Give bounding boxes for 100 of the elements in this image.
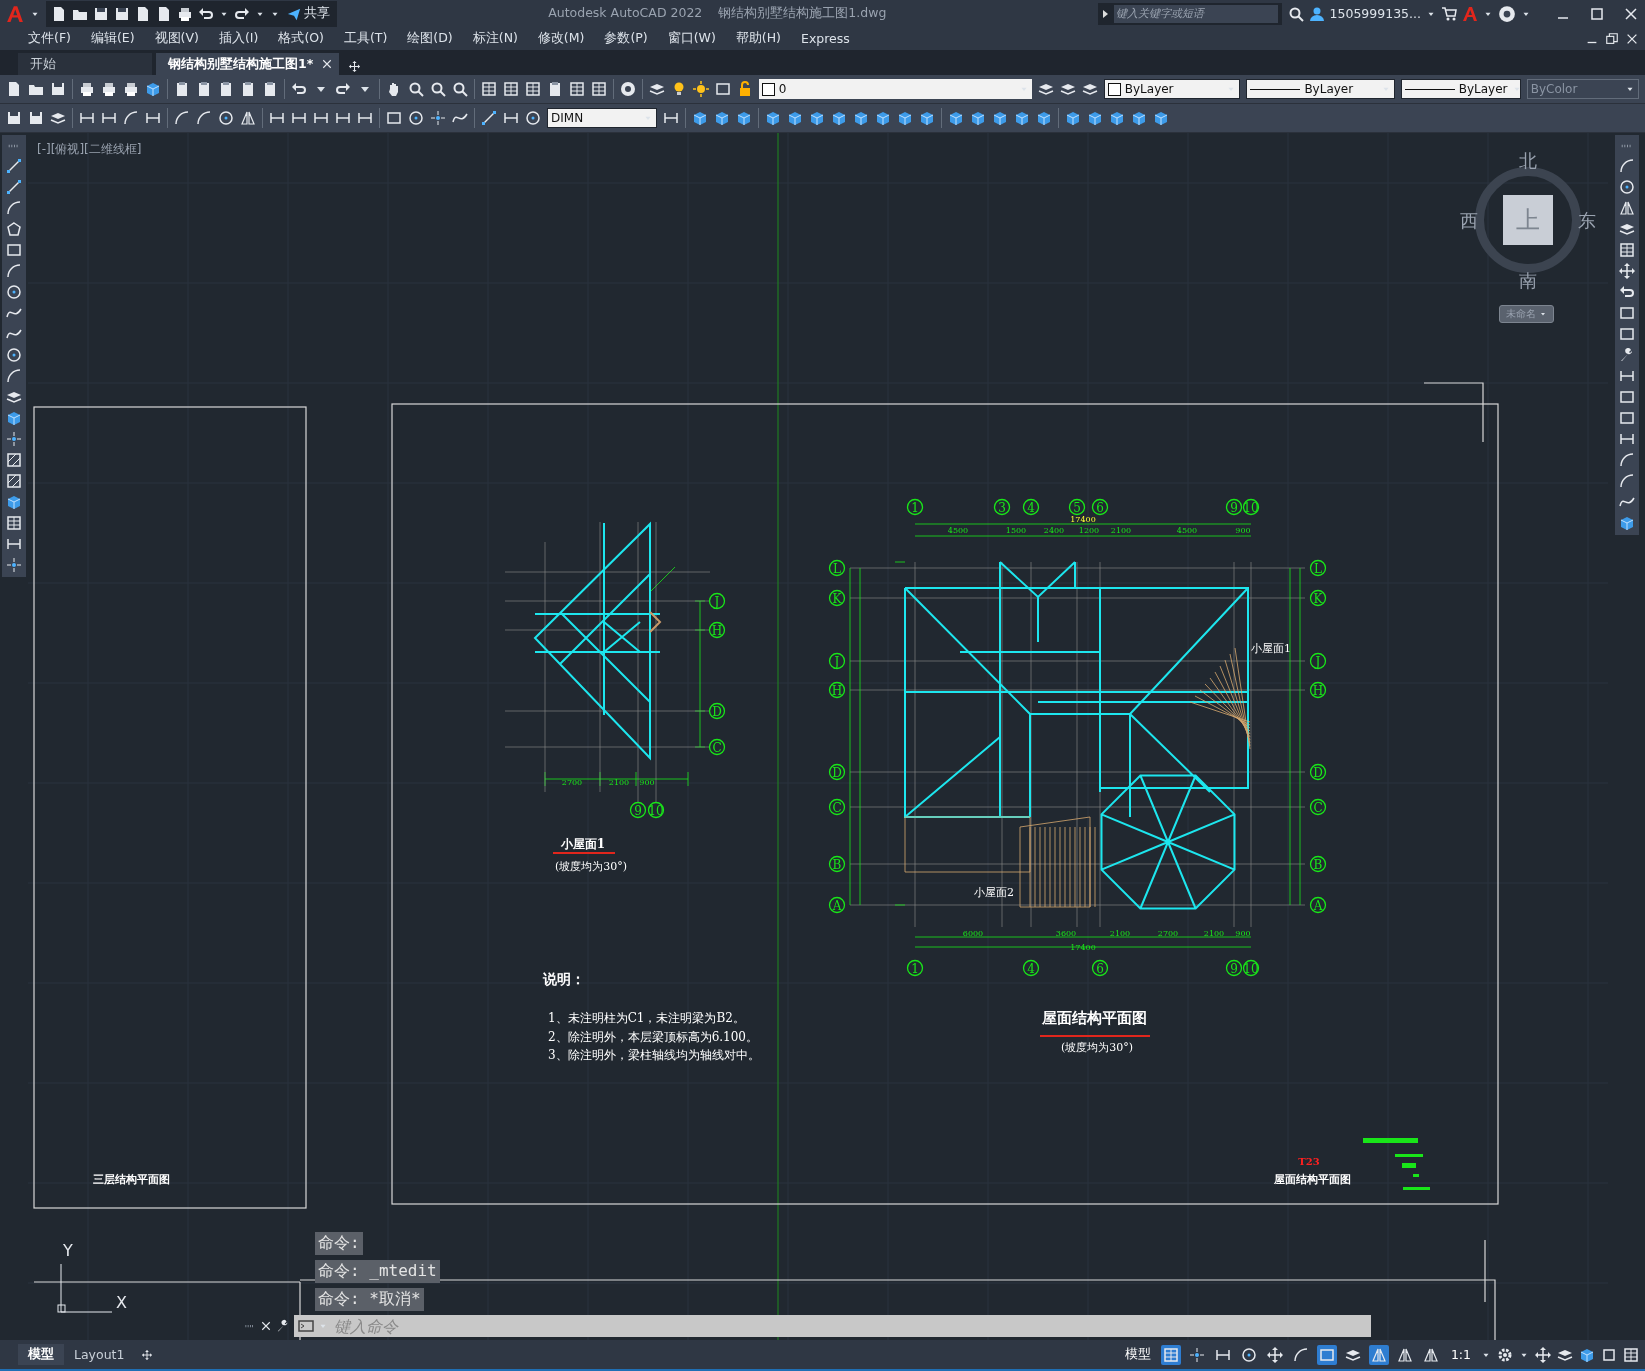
menu-item[interactable]: 绘图(D) [397, 30, 463, 47]
menu-item[interactable]: 帮助(H) [725, 30, 791, 47]
dimension-icon[interactable] [1618, 431, 1635, 447]
cube-icon[interactable] [1109, 110, 1125, 126]
rectangle-icon[interactable] [386, 110, 402, 126]
dimension-style-dropdown[interactable]: DIMN [547, 108, 657, 128]
layers-icon[interactable] [6, 389, 22, 405]
layout-tab[interactable]: 模型 [18, 1344, 64, 1365]
layers-icon[interactable] [1618, 221, 1635, 237]
save-icon[interactable] [114, 5, 130, 22]
help-icon[interactable] [619, 81, 636, 97]
color-dropdown[interactable]: ByLayer [1103, 79, 1241, 99]
app-logo-icon[interactable] [6, 4, 24, 23]
model-space-button[interactable]: 模型 [1120, 1344, 1155, 1365]
cube-icon[interactable] [809, 110, 825, 126]
cube-icon[interactable] [853, 110, 869, 126]
cube-icon[interactable] [948, 110, 964, 126]
maximize-icon[interactable] [1589, 5, 1605, 22]
file-icon[interactable] [135, 5, 151, 22]
point-icon[interactable] [6, 557, 22, 573]
menu-item[interactable]: 编辑(E) [80, 30, 145, 47]
cube-icon[interactable] [1014, 110, 1030, 126]
magnifier-icon[interactable] [429, 81, 446, 97]
cube-icon[interactable] [1618, 515, 1635, 531]
cube-icon[interactable] [1131, 110, 1147, 126]
rectangle-icon[interactable] [1618, 326, 1635, 342]
restore-icon[interactable] [1605, 31, 1619, 46]
circle-icon[interactable] [6, 284, 22, 300]
dimension-icon[interactable] [269, 110, 285, 126]
file-icon[interactable] [51, 5, 67, 22]
cube-icon[interactable] [970, 110, 986, 126]
compass-label[interactable]: 北 [1519, 149, 1537, 173]
menu-item[interactable]: 格式(O) [268, 30, 334, 47]
table-icon[interactable] [480, 81, 497, 97]
print-icon[interactable] [78, 81, 95, 97]
table-icon[interactable] [524, 81, 541, 97]
cube-icon[interactable] [6, 494, 22, 510]
sun-icon[interactable] [692, 81, 709, 97]
arc-icon[interactable] [6, 368, 22, 384]
magnifier-icon[interactable] [407, 81, 424, 97]
cube-icon[interactable] [1579, 1346, 1595, 1363]
dimension-icon[interactable] [1618, 368, 1635, 384]
menu-item[interactable]: 窗口(W) [657, 30, 726, 47]
close-icon[interactable] [260, 1320, 272, 1332]
cube-icon[interactable] [1036, 110, 1052, 126]
table-icon[interactable] [590, 81, 607, 97]
table-icon[interactable] [502, 81, 519, 97]
rectangle-icon[interactable] [1618, 389, 1635, 405]
triangle-icon[interactable] [1101, 8, 1110, 19]
user-icon[interactable] [1308, 5, 1325, 22]
layers-icon[interactable] [1081, 81, 1098, 97]
line-icon[interactable] [481, 110, 497, 126]
circle-icon[interactable] [408, 110, 424, 126]
table-icon[interactable] [6, 515, 22, 531]
arc-icon[interactable] [1618, 473, 1635, 489]
save-icon[interactable] [28, 110, 44, 126]
menu-item[interactable]: 插入(I) [208, 30, 269, 47]
close-icon[interactable] [1623, 5, 1639, 22]
compass-label[interactable]: 南 [1519, 269, 1537, 293]
table-icon[interactable] [1618, 242, 1635, 258]
menu-item[interactable]: 参数(P) [594, 30, 658, 47]
arc-icon[interactable] [196, 110, 212, 126]
mirror-icon[interactable] [1618, 200, 1635, 216]
close-icon[interactable] [321, 58, 334, 70]
gear-icon[interactable] [1497, 1346, 1513, 1363]
cart-icon[interactable] [1441, 5, 1457, 22]
status-toggle[interactable] [1316, 1344, 1337, 1365]
mirror-icon[interactable] [240, 110, 256, 126]
search-icon[interactable] [1287, 5, 1304, 22]
compass-label[interactable]: 东 [1578, 209, 1596, 233]
arc-icon[interactable] [123, 110, 139, 126]
cube-icon[interactable] [144, 81, 161, 97]
share-button[interactable]: 共享 [285, 5, 332, 22]
arc-icon[interactable] [1618, 452, 1635, 468]
layers-icon[interactable] [50, 110, 66, 126]
user-name[interactable]: 1505999135... [1329, 6, 1421, 21]
cube-icon[interactable] [6, 410, 22, 426]
cube-icon[interactable] [736, 110, 752, 126]
dimension-icon[interactable] [6, 536, 22, 552]
circle-icon[interactable] [525, 110, 541, 126]
dimension-icon[interactable] [663, 110, 679, 126]
cube-icon[interactable] [992, 110, 1008, 126]
annotation-scale[interactable]: 1:1 [1446, 1345, 1475, 1364]
rectangle-icon[interactable] [714, 81, 731, 97]
undo-icon[interactable] [290, 81, 307, 97]
cube-icon[interactable] [919, 110, 935, 126]
print-icon[interactable] [122, 81, 139, 97]
arc-icon[interactable] [6, 263, 22, 279]
menu-item[interactable]: 工具(T) [333, 30, 398, 47]
cube-icon[interactable] [765, 110, 781, 126]
menu-item[interactable]: 文件(F) [18, 30, 81, 47]
table-icon[interactable] [568, 81, 585, 97]
lineweight-dropdown[interactable]: ByLayer [1400, 79, 1521, 99]
menu-item[interactable]: 标注(N) [462, 30, 528, 47]
arc-icon[interactable] [6, 200, 22, 216]
save-icon[interactable] [6, 110, 22, 126]
menu-item[interactable]: Express [791, 31, 860, 46]
print-icon[interactable] [100, 81, 117, 97]
layer-dropdown[interactable]: 0 [758, 79, 1032, 99]
search-field[interactable]: 键入关键字或短语 [1097, 2, 1282, 25]
